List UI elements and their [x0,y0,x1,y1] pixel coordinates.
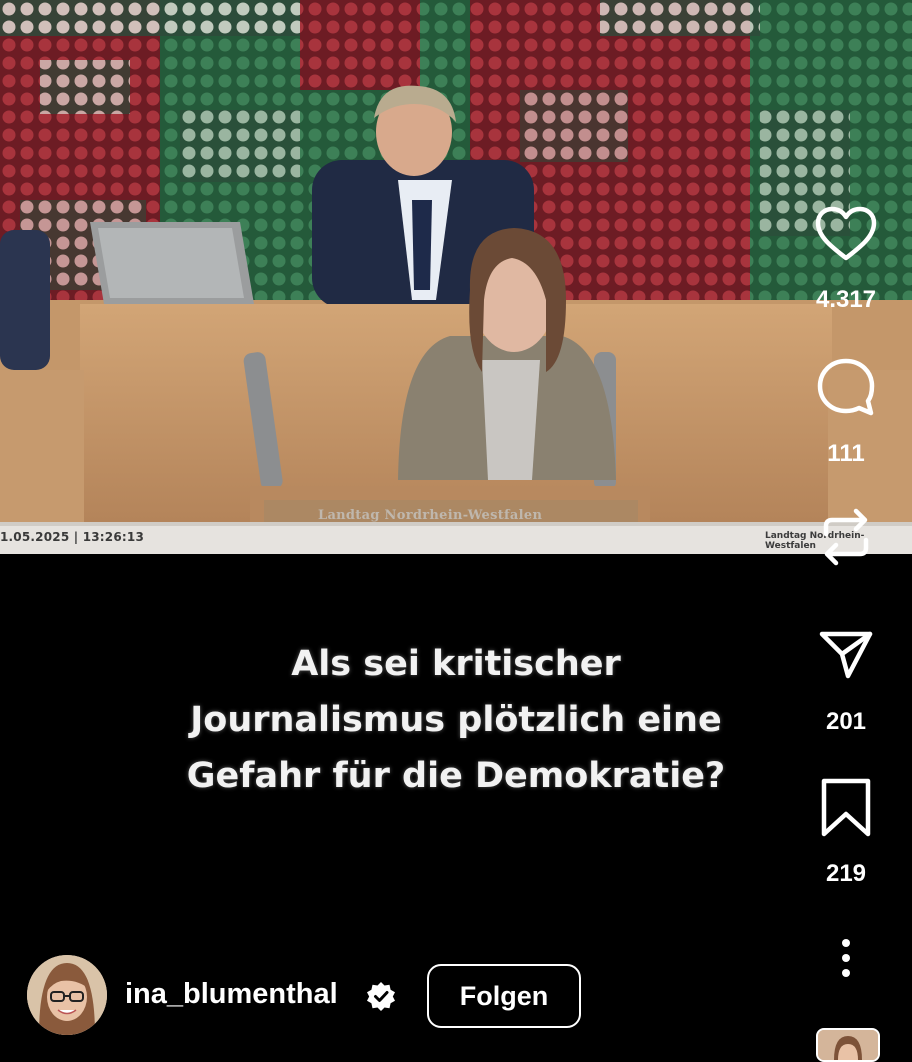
like-count: 4.317 [815,286,877,313]
author-username[interactable]: ina_blumenthal [125,978,338,1011]
caption-line: Als sei kritischer [291,644,621,684]
video-caption: Als sei kritischer Journalismus plötzlic… [100,636,812,804]
more-vertical-icon [842,969,850,977]
comment-icon [817,358,875,416]
more-options-button[interactable] [826,938,866,978]
audio-track-thumbnail[interactable] [816,1028,880,1062]
save-button[interactable] [798,778,894,838]
audio-thumbnail-image [818,1030,878,1060]
share-button[interactable] [798,628,894,684]
like-button[interactable] [798,206,894,262]
verified-badge-icon [367,982,395,1011]
more-vertical-icon [842,939,850,947]
share-count: 201 [825,708,867,735]
avatar-image [27,955,107,1035]
video-timestamp: 1.05.2025 | 13:26:13 [0,530,144,544]
comment-count: 111 [827,440,865,467]
caption-line: Gefahr für die Demokratie? [186,756,726,796]
podium-label: Landtag Nordrhein-Westfalen [318,508,543,523]
save-count: 219 [825,860,867,887]
caption-line: Journalismus plötzlich eine [190,700,722,740]
author-avatar[interactable] [27,955,107,1035]
more-vertical-icon [842,954,850,962]
follow-button[interactable]: Folgen [427,964,581,1028]
video-still [0,0,912,554]
repost-icon [823,508,869,566]
bookmark-icon [821,778,871,837]
send-icon [819,631,873,679]
video-frame[interactable]: 1.05.2025 | 13:26:13 Landtag Nordrhein-W… [0,0,912,554]
heart-icon [815,206,877,261]
comment-button[interactable] [798,356,894,418]
repost-button[interactable] [798,504,894,570]
